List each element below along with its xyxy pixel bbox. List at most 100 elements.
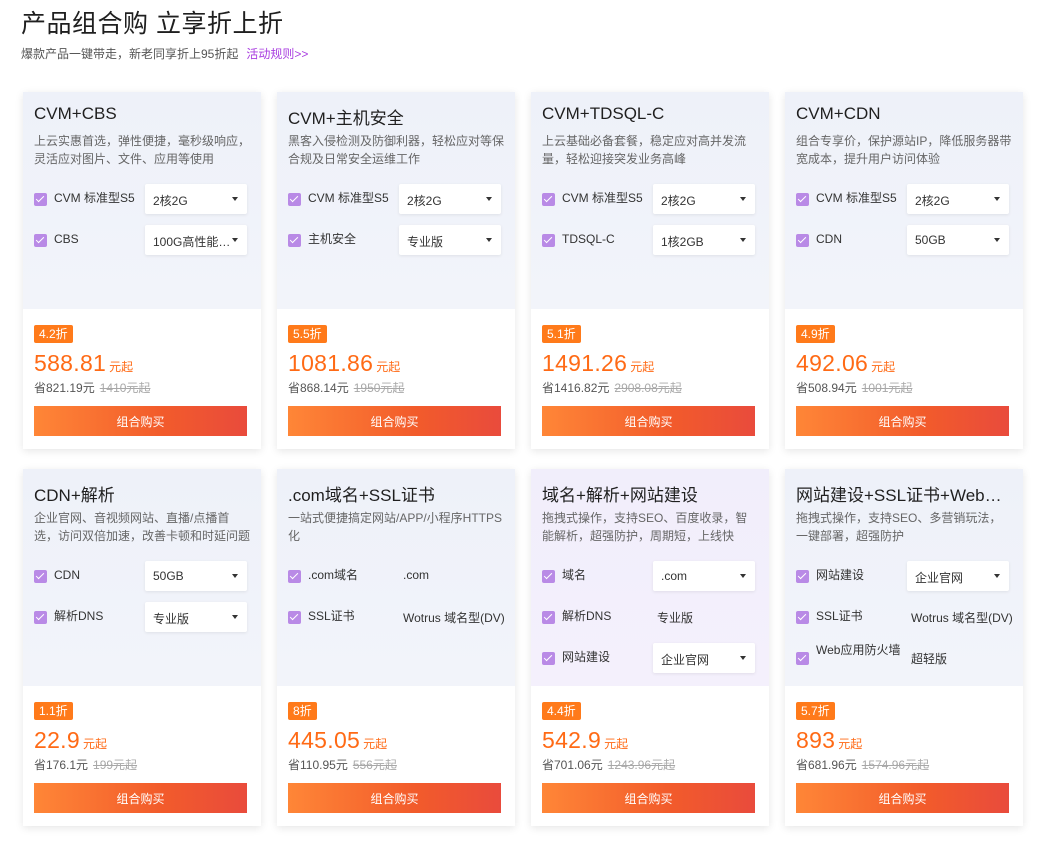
option-select[interactable]: 50GB [907,225,1009,255]
card-description: 一站式便捷搞定网站/APP/小程序HTTPS化 [288,511,503,543]
select-value: 专业版 [407,235,444,249]
original-price: 556元起 [352,758,397,772]
buy-combo-button[interactable]: 组合购买 [542,783,755,813]
option-checkbox[interactable] [542,570,555,583]
option-label: CBS [54,232,79,246]
savings-text: 省1416.82元 [542,381,610,395]
buy-combo-button[interactable]: 组合购买 [796,783,1009,813]
option-checkbox[interactable] [288,234,301,247]
option-checkbox[interactable] [34,611,47,624]
option-select[interactable]: 2核2G [399,184,501,214]
option-row: CVM 标准型S5 2核2G [542,184,760,214]
option-select[interactable]: .com [653,561,755,591]
buy-combo-button[interactable]: 组合购买 [34,406,247,436]
option-checkbox[interactable] [288,611,301,624]
discount-badge: 5.5折 [288,325,327,343]
option-row: SSL证书 Wotrus 域名型(DV) [288,602,506,632]
buy-combo-button[interactable]: 组合购买 [288,406,501,436]
option-label: 解析DNS [54,609,104,623]
savings-row: 省1416.82元 2908.08元起 [542,379,682,396]
price-unit: 元起 [871,360,896,374]
option-checkbox[interactable] [288,570,301,583]
option-select[interactable]: 2核2G [907,184,1009,214]
rules-link[interactable]: 活动规则>> [246,47,308,61]
chevron-down-icon [232,197,238,201]
select-value: 100G高性能云硬盘 [153,235,233,249]
card-description: 组合专享价，保护源站IP，降低服务器带宽成本，提升用户访问体验 [796,134,1012,166]
option-checkbox[interactable] [34,570,47,583]
select-value: .com [661,569,688,583]
option-label: SSL证书 [308,609,355,623]
savings-text: 省868.14元 [288,381,349,395]
option-row: 网站建设 企业官网 [542,643,760,673]
price-row: 22.9 元起 [34,727,107,754]
discount-badge: 5.7折 [796,702,835,720]
product-card: 网站建设+SSL证书+Web应用防火墙拖拽式操作，支持SEO、多营销玩法，一键部… [785,469,1023,826]
option-checkbox[interactable] [796,652,809,665]
subtitle-text: 爆款产品一键带走，新老同享折上95折起 [21,47,239,61]
option-label: 网站建设 [562,650,611,664]
option-checkbox[interactable] [542,611,555,624]
option-checkbox[interactable] [288,193,301,206]
option-label: 主机安全 [308,232,357,246]
option-row: CDN 50GB [34,561,252,591]
option-value: Wotrus 域名型(DV) [911,611,1013,625]
page-subtitle: 爆款产品一键带走，新老同享折上95折起 活动规则>> [21,45,308,62]
select-value: 1核2GB [661,235,704,249]
option-checkbox[interactable] [796,193,809,206]
card-description: 上云实惠首选，弹性便捷，毫秒级响应，灵活应对图片、文件、应用等使用 [34,134,250,166]
option-label: CVM 标准型S5 [816,191,897,205]
discount-badge: 4.9折 [796,325,835,343]
original-price: 2908.08元起 [614,381,682,395]
card-description: 企业官网、音视频网站、直播/点播首选，访问双倍加速，改善卡顿和时延问题 [34,511,250,543]
option-checkbox[interactable] [796,611,809,624]
option-label: 解析DNS [562,609,612,623]
select-value: 2核2G [915,194,950,208]
discount-badge: 4.2折 [34,325,73,343]
option-checkbox[interactable] [542,193,555,206]
option-select[interactable]: 企业官网 [907,561,1009,591]
option-checkbox[interactable] [34,193,47,206]
price-value: 22.9 [34,727,80,753]
option-label: CVM 标准型S5 [562,191,643,205]
savings-row: 省701.06元 1243.96元起 [542,756,675,773]
savings-text: 省681.96元 [796,758,857,772]
price-unit: 元起 [376,360,401,374]
option-select[interactable]: 100G高性能云硬盘 [145,225,247,255]
buy-combo-button[interactable]: 组合购买 [288,783,501,813]
option-checkbox[interactable] [796,234,809,247]
price-row: 893 元起 [796,727,862,754]
chevron-down-icon [740,238,746,242]
original-price: 1574.96元起 [861,758,930,772]
option-row: CVM 标准型S5 2核2G [34,184,252,214]
option-select[interactable]: 专业版 [399,225,501,255]
savings-text: 省176.1元 [34,758,89,772]
buy-combo-button[interactable]: 组合购买 [796,406,1009,436]
option-checkbox[interactable] [542,652,555,665]
price-unit: 元起 [604,737,629,751]
option-row: 网站建设 企业官网 [796,561,1014,591]
product-card: CVM+CBS 上云实惠首选，弹性便捷，毫秒级响应，灵活应对图片、文件、应用等使用… [23,92,261,449]
price-row: 588.81 元起 [34,350,133,377]
discount-badge: 8折 [288,702,317,720]
select-value: 50GB [915,233,946,247]
select-value: 企业官网 [915,571,964,585]
buy-combo-button[interactable]: 组合购买 [542,406,755,436]
option-select[interactable]: 2核2G [653,184,755,214]
option-select[interactable]: 50GB [145,561,247,591]
savings-row: 省176.1元 199元起 [34,756,137,773]
option-label: .com域名 [308,568,359,582]
price-value: 1081.86 [288,350,374,376]
option-select[interactable]: 专业版 [145,602,247,632]
buy-combo-button[interactable]: 组合购买 [34,783,247,813]
option-row: 解析DNS 专业版 [542,602,760,632]
option-checkbox[interactable] [542,234,555,247]
option-checkbox[interactable] [34,234,47,247]
price-unit: 元起 [838,737,863,751]
original-price: 1950元起 [353,381,405,395]
option-select[interactable]: 2核2G [145,184,247,214]
option-select[interactable]: 企业官网 [653,643,755,673]
option-checkbox[interactable] [796,570,809,583]
savings-row: 省508.94元 1001元起 [796,379,912,396]
option-select[interactable]: 1核2GB [653,225,755,255]
